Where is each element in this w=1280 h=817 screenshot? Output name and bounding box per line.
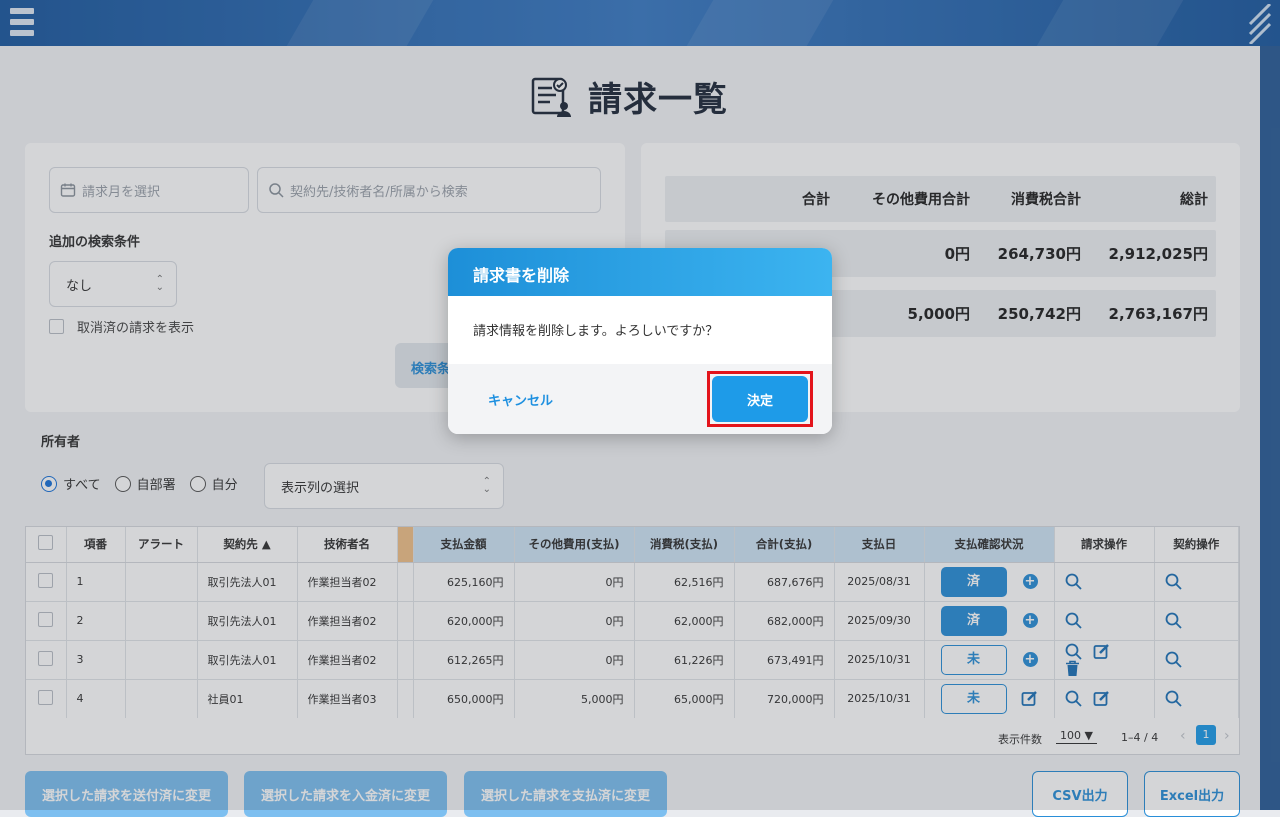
- highlight-box: [707, 371, 813, 427]
- dialog-message: 請求情報を削除します。よろしいですか？: [473, 324, 719, 339]
- cancel-button[interactable]: キャンセル: [488, 390, 553, 409]
- dialog-title: 請求書を削除: [448, 248, 832, 296]
